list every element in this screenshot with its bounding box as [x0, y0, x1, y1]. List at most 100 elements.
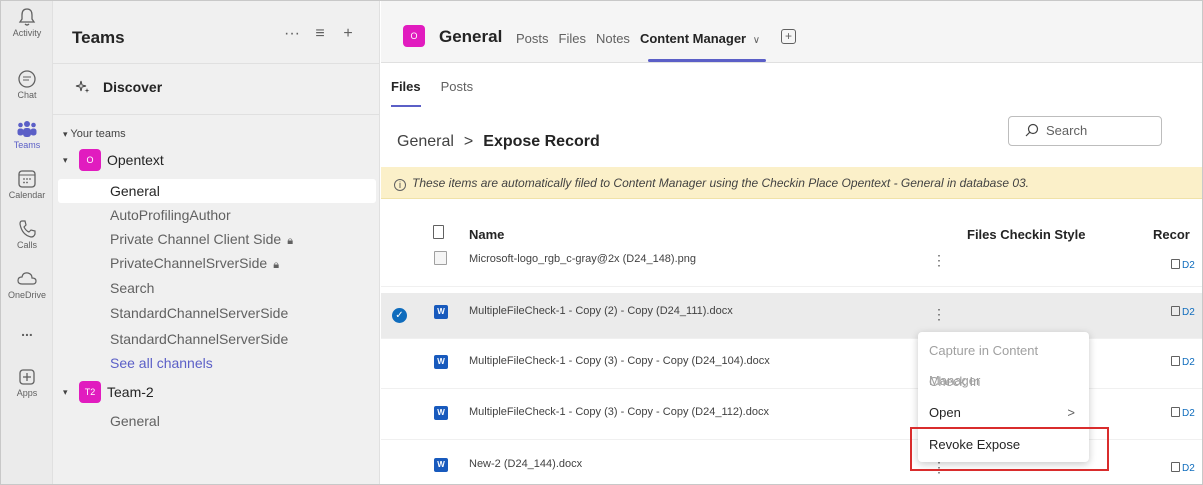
rail-calendar[interactable]: Calendar [1, 169, 53, 200]
subtab-posts[interactable]: Posts [441, 79, 474, 94]
channel-item-private[interactable]: Private Channel Client Side 🔒︎ [58, 227, 376, 251]
discover-label: Discover [103, 79, 163, 95]
file-name[interactable]: MultipleFileCheck-1 - Copy (3) - Copy - … [469, 406, 769, 418]
channel-header: O General Posts Files Notes Content Mana… [381, 1, 1202, 63]
record-icon [1171, 356, 1180, 366]
caret-down-icon: ▾ [63, 154, 68, 165]
tab-files[interactable]: Files [559, 31, 586, 46]
more-actions-icon[interactable]: ⋮ [932, 307, 946, 321]
column-checkin-style[interactable]: Files Checkin Style [967, 227, 1086, 242]
record-number: D2 [1182, 463, 1195, 474]
add-team-icon[interactable]: + [339, 25, 357, 43]
breadcrumb-separator: > [463, 133, 474, 150]
checkmark-icon[interactable]: ✓ [392, 308, 407, 323]
team-opentext[interactable]: ▾ O Opentext [63, 149, 164, 171]
channel-item[interactable]: General [58, 409, 376, 433]
word-file-icon: W [434, 355, 448, 369]
channel-item[interactable]: StandardChannelServerSide [58, 327, 376, 351]
record-link[interactable]: D2 [1171, 259, 1195, 271]
add-tab-icon[interactable]: + [781, 29, 796, 44]
record-number: D2 [1182, 260, 1195, 271]
table-header: Name Files Checkin Style Recor [381, 223, 1202, 249]
team-name: Opentext [107, 152, 164, 168]
file-type-icon [433, 225, 444, 239]
divider [53, 63, 380, 64]
channel-item-private[interactable]: PrivateChannelSrverSide 🔒︎ [58, 251, 376, 275]
file-name[interactable]: New-2 (D24_144).docx [469, 458, 582, 470]
apps-plus-icon [19, 369, 35, 385]
your-teams-label: Your teams [70, 128, 126, 140]
breadcrumb-current: Expose Record [483, 133, 600, 150]
filter-icon[interactable]: ≡ [311, 25, 329, 43]
rail-onedrive[interactable]: OneDrive [1, 269, 53, 300]
record-number: D2 [1182, 307, 1195, 318]
table-row[interactable]: Microsoft-logo_rgb_c-gray@2x (D24_148).p… [381, 251, 1202, 287]
channel-item[interactable]: Search [58, 276, 376, 300]
channel-item[interactable]: General [58, 179, 376, 203]
record-link[interactable]: D2 [1171, 462, 1195, 474]
app-rail: Activity Chat Teams Calendar Calls OneDr… [1, 1, 53, 484]
sparkle-icon [75, 80, 90, 93]
search-placeholder: Search [1046, 123, 1088, 138]
tab-notes[interactable]: Notes [596, 31, 630, 46]
info-icon: i [394, 179, 406, 191]
record-link[interactable]: D2 [1171, 306, 1195, 318]
discover-button[interactable]: Discover [75, 79, 162, 95]
record-number: D2 [1182, 357, 1195, 368]
word-file-icon: W [434, 305, 448, 319]
more-options-icon[interactable]: ··· [283, 25, 301, 43]
menu-capture-in-content-manager[interactable]: Capture in Content Manager [918, 336, 1089, 388]
record-icon [1171, 407, 1180, 417]
column-name[interactable]: Name [469, 227, 504, 242]
rail-calls[interactable]: Calls [1, 219, 53, 250]
see-all-channels-link[interactable]: See all channels [58, 351, 376, 375]
record-number: D2 [1182, 408, 1195, 419]
rail-activity[interactable]: Activity [1, 7, 53, 38]
image-file-icon [434, 251, 447, 265]
bell-icon [18, 8, 36, 26]
calendar-icon [18, 170, 36, 188]
rail-teams[interactable]: Teams [1, 119, 53, 150]
rail-label: Activity [12, 28, 42, 38]
menu-open[interactable]: Open > [918, 398, 1089, 428]
file-name[interactable]: MultipleFileCheck-1 - Copy (2) - Copy (D… [469, 305, 733, 317]
rail-label: Apps [16, 388, 38, 398]
menu-label: Open [929, 405, 961, 420]
team-name: Team-2 [107, 384, 154, 400]
info-banner: i These items are automatically filed to … [381, 167, 1202, 199]
tab-posts[interactable]: Posts [516, 31, 549, 46]
tab-content-manager[interactable]: Content Manager ∨ [640, 31, 760, 46]
phone-icon [19, 220, 36, 238]
record-icon [1171, 462, 1180, 472]
search-icon [1025, 123, 1039, 137]
record-link[interactable]: D2 [1171, 407, 1195, 419]
team-team-2[interactable]: ▾ T2 Team-2 [63, 381, 154, 403]
caret-down-icon: ▾ [63, 386, 68, 397]
rail-label: OneDrive [7, 290, 46, 300]
file-name[interactable]: Microsoft-logo_rgb_c-gray@2x (D24_148).p… [469, 253, 696, 265]
file-name[interactable]: MultipleFileCheck-1 - Copy (3) - Copy - … [469, 355, 770, 367]
rail-chat[interactable]: Chat [1, 69, 53, 100]
channel-label: PrivateChannelSrverSide [110, 255, 268, 271]
record-link[interactable]: D2 [1171, 356, 1195, 368]
rail-apps[interactable]: Apps [1, 367, 53, 398]
team-avatar: O [79, 149, 101, 171]
column-record[interactable]: Recor [1153, 227, 1190, 242]
rail-more[interactable]: ... [1, 323, 53, 339]
rail-label: Calendar [8, 190, 46, 200]
your-teams-header[interactable]: ▾ Your teams [63, 128, 126, 140]
record-icon [1171, 306, 1180, 316]
caret-down-icon: ▾ [63, 129, 68, 139]
channel-item[interactable]: StandardChannelServerSide [58, 301, 376, 325]
banner-text: These items are automatically filed to C… [412, 176, 1030, 190]
more-icon: ... [21, 323, 33, 339]
channel-item[interactable]: AutoProfilingAuthor [58, 203, 376, 227]
breadcrumb-root[interactable]: General [397, 133, 454, 151]
more-actions-icon[interactable]: ⋮ [932, 253, 946, 267]
tab-label: Content Manager [639, 31, 747, 46]
subtab-files[interactable]: Files [391, 79, 421, 107]
search-input[interactable]: Search [1008, 116, 1162, 146]
rail-label: Calls [16, 240, 37, 250]
active-tab-indicator [648, 59, 766, 62]
menu-check-in[interactable]: Check In [918, 367, 1089, 397]
